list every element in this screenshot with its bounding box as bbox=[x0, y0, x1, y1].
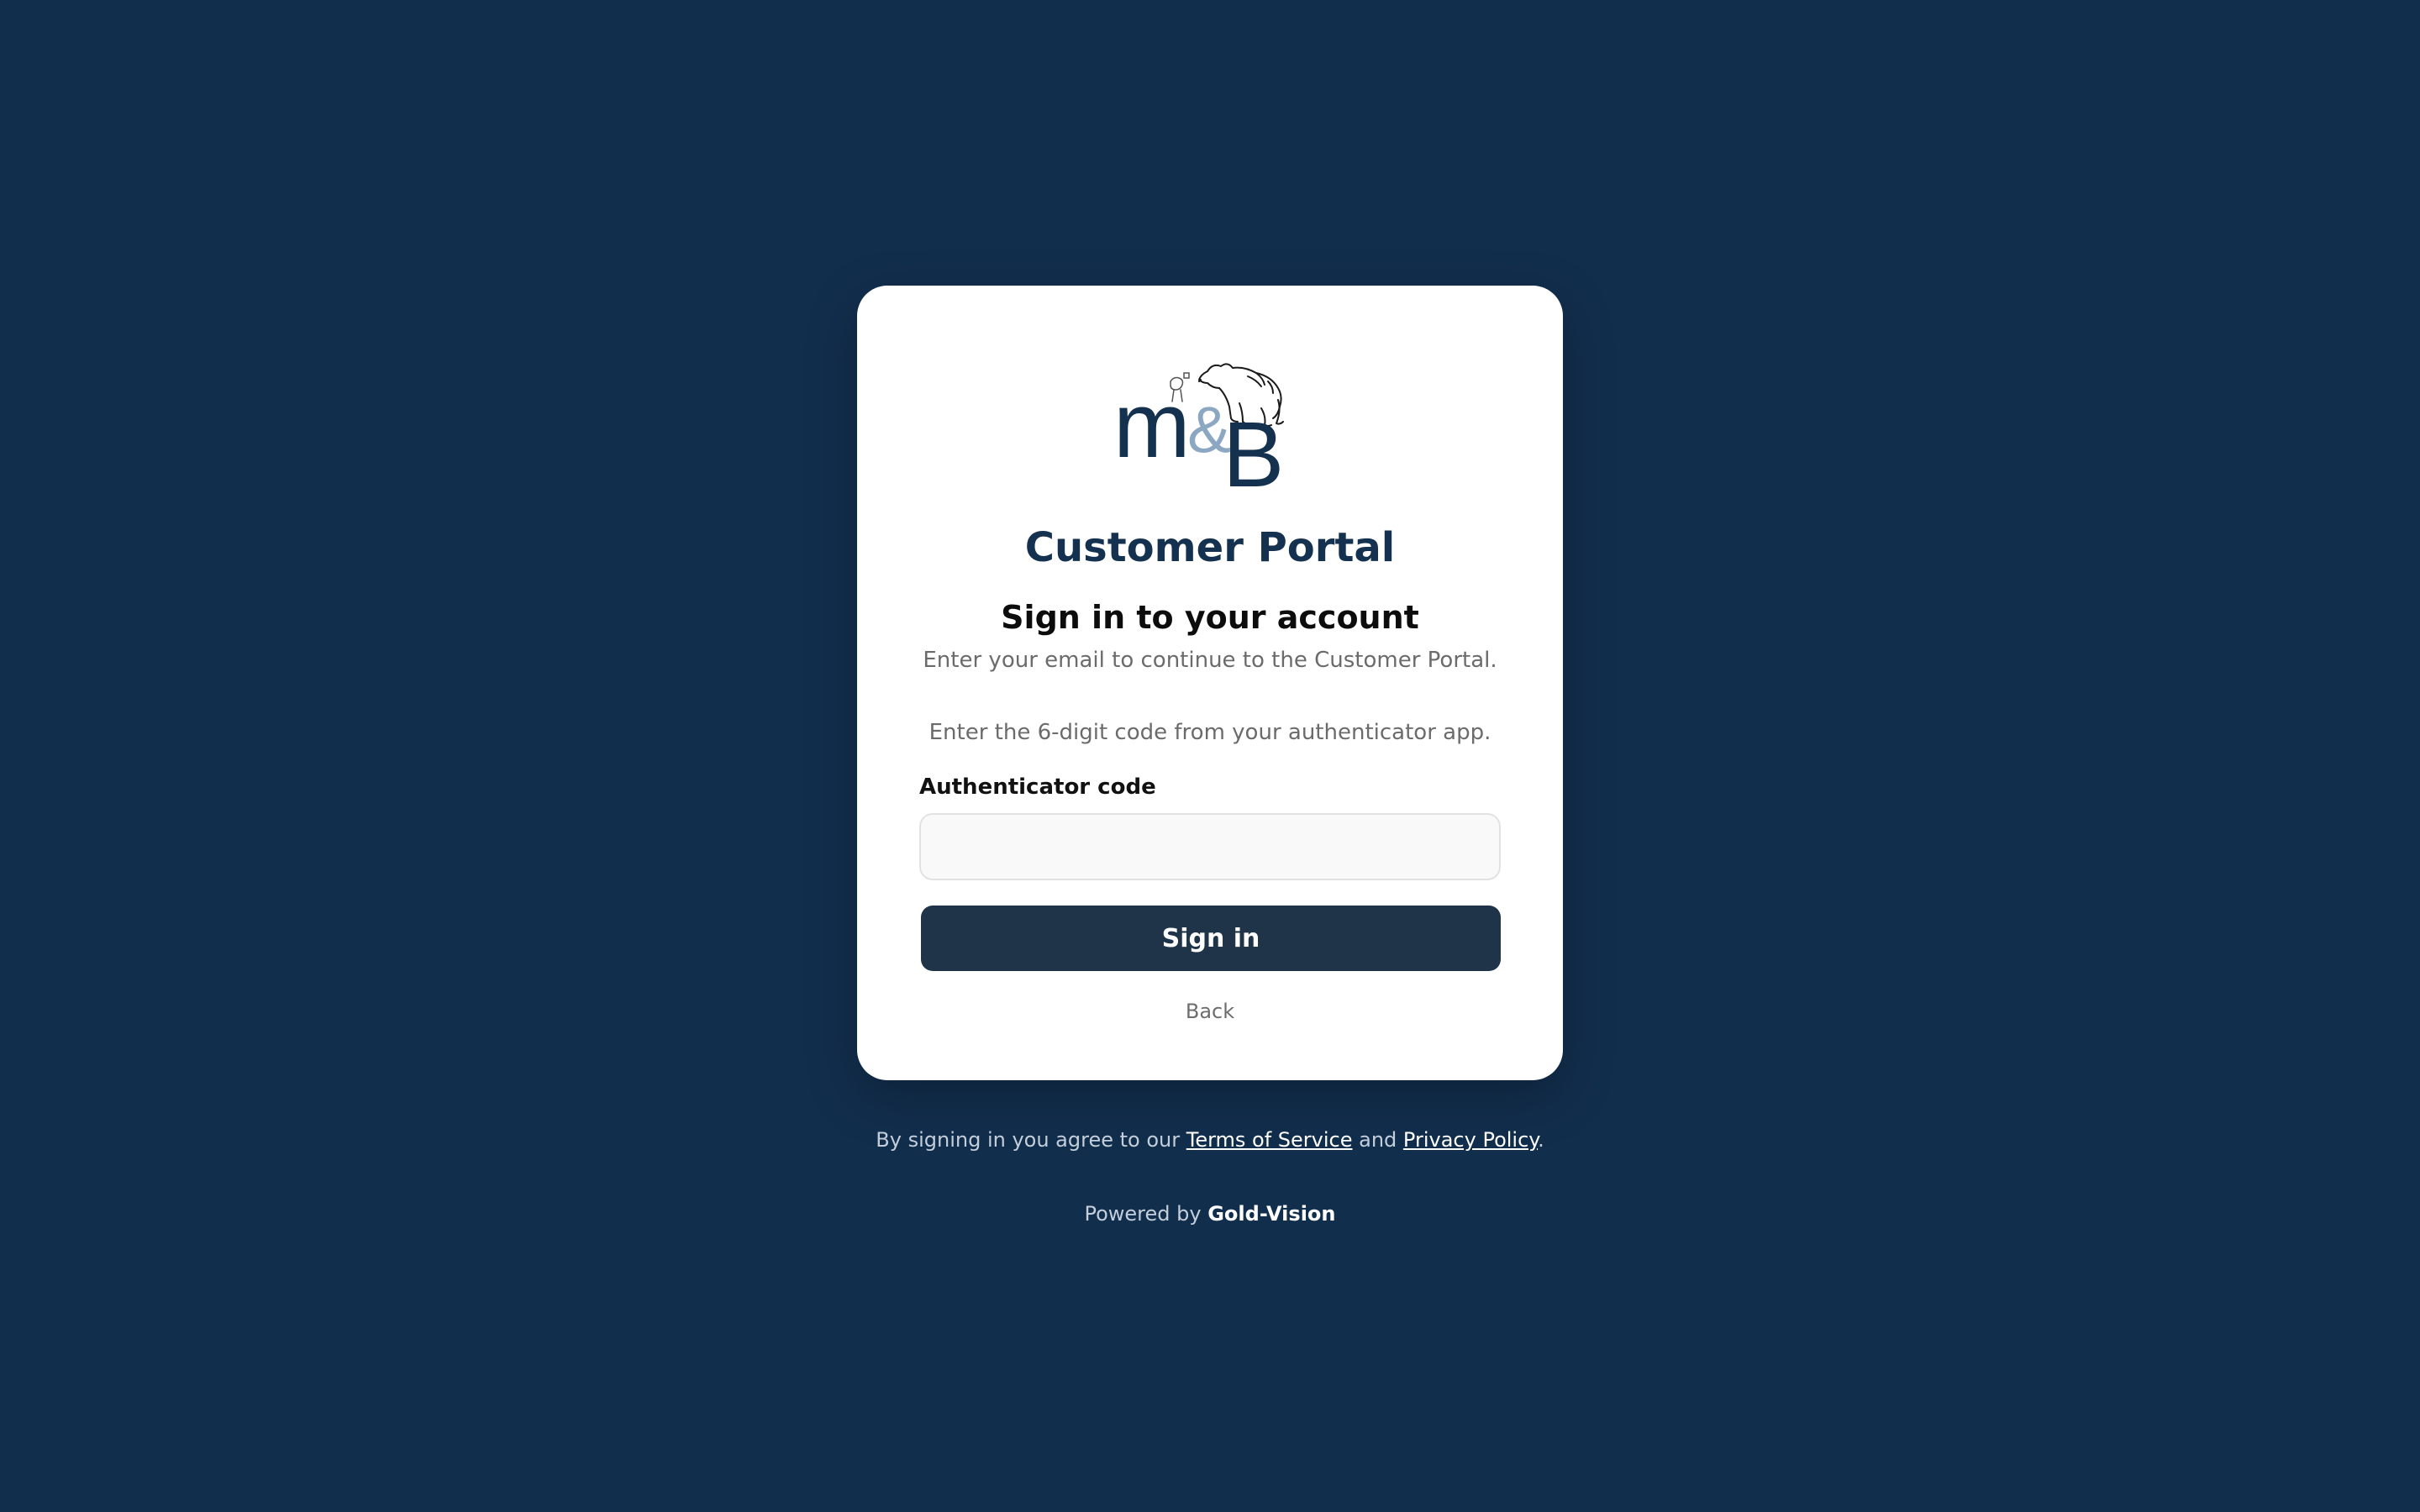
portal-title: Customer Portal bbox=[1024, 524, 1396, 571]
terms-of-service-link[interactable]: Terms of Service bbox=[1186, 1128, 1353, 1152]
back-link[interactable]: Back bbox=[1186, 998, 1234, 1025]
powered-prefix: Powered by bbox=[1084, 1202, 1208, 1226]
legal-notice: By signing in you agree to our Terms of … bbox=[0, 1126, 2420, 1154]
legal-and: and bbox=[1352, 1128, 1403, 1152]
powered-by: Powered by Gold-Vision bbox=[0, 1200, 2420, 1228]
sign-in-heading: Sign in to your account bbox=[1001, 599, 1419, 636]
sign-in-button[interactable]: Sign in bbox=[921, 906, 1501, 971]
logo-letter-b: B bbox=[1223, 403, 1284, 491]
logo-letter-m: m bbox=[1113, 374, 1191, 477]
authenticator-hint: Enter the 6-digit code from your authent… bbox=[929, 720, 1491, 745]
authenticator-code-label: Authenticator code bbox=[919, 774, 1156, 800]
powered-brand: Gold-Vision bbox=[1207, 1202, 1336, 1226]
sign-in-subtitle: Enter your email to continue to the Cust… bbox=[923, 648, 1497, 673]
privacy-policy-link[interactable]: Privacy Policy bbox=[1403, 1128, 1538, 1152]
page: m & B Customer Portal Sign in to your ac… bbox=[0, 0, 2420, 1512]
authenticator-code-input[interactable] bbox=[919, 813, 1501, 880]
sign-in-card: m & B Customer Portal Sign in to your ac… bbox=[857, 286, 1563, 1080]
legal-prefix: By signing in you agree to our bbox=[876, 1128, 1186, 1152]
mb-bears-logo-icon: m & B bbox=[1113, 363, 1284, 491]
legal-suffix: . bbox=[1538, 1128, 1544, 1152]
